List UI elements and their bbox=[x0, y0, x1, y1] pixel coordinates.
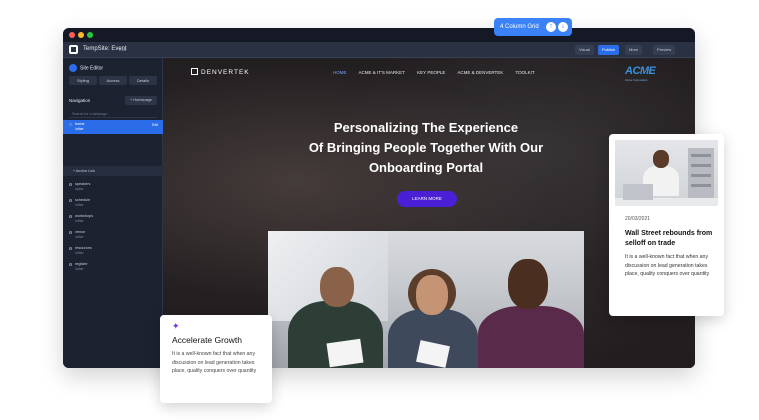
app-mode-tag: Edit bbox=[119, 47, 126, 52]
page-slug: /other bbox=[75, 251, 84, 255]
site-logo[interactable]: DENVERTEK bbox=[191, 68, 250, 76]
page-slug: /other bbox=[75, 219, 84, 223]
nav-link-home[interactable]: HOME bbox=[333, 70, 347, 75]
nav-link-key-people[interactable]: KEY PEOPLE bbox=[417, 70, 445, 75]
page-slug: /other bbox=[75, 235, 84, 239]
page-name: resources bbox=[75, 246, 92, 250]
page-name: home bbox=[75, 122, 85, 126]
anchor-link-label: + Anchor Link bbox=[73, 169, 95, 173]
site-editor-sidebar: Site Editor Styling Access Details Navig… bbox=[63, 58, 163, 368]
page-slug: /spea bbox=[75, 187, 84, 191]
hero-heading: Personalizing The Experience Of Bringing… bbox=[289, 118, 563, 178]
meeting-photo bbox=[268, 231, 584, 368]
page-icon bbox=[69, 183, 72, 186]
news-title: Wall Street rebounds from selloff on tra… bbox=[625, 230, 713, 247]
arrow-down-icon[interactable]: ↓ bbox=[558, 22, 568, 32]
sidebar-item-workshops[interactable]: workshops /other bbox=[63, 212, 163, 226]
page-slug: /other bbox=[75, 267, 84, 271]
app-toolbar: TempSite: Event Edit Visual Publish More… bbox=[63, 42, 695, 58]
sidebar-item-venue[interactable]: venue /other bbox=[63, 228, 163, 242]
sidebar-item-resources[interactable]: resources /other bbox=[63, 244, 163, 258]
nav-link-acme-denvertek[interactable]: ACME & DENVERTEK bbox=[457, 70, 503, 75]
preview-button[interactable]: Preview bbox=[653, 45, 676, 55]
news-date: 20/03/2021 bbox=[625, 216, 651, 222]
page-icon bbox=[69, 263, 72, 266]
nav-link-acme-market[interactable]: ACME & IT'S MARKET bbox=[359, 70, 405, 75]
person-figure bbox=[416, 275, 448, 315]
page-name: venue bbox=[75, 230, 86, 234]
page-icon bbox=[69, 247, 72, 250]
arrow-up-icon[interactable]: ↑ bbox=[546, 22, 556, 32]
details-button[interactable]: Details bbox=[129, 76, 157, 85]
learn-more-button[interactable]: LEARN MORE bbox=[397, 191, 457, 207]
page-icon bbox=[69, 215, 72, 218]
sparkle-icon: ✦ bbox=[172, 321, 180, 331]
news-text: It is a well-known fact that when any di… bbox=[625, 254, 710, 277]
visual-button[interactable]: Visual bbox=[575, 45, 594, 55]
shelf-graphic bbox=[688, 148, 714, 198]
page-name: register bbox=[75, 262, 88, 266]
edit-page-link[interactable]: Edit bbox=[152, 123, 158, 127]
accelerate-growth-card[interactable]: ✦ Accelerate Growth It is a well-known f… bbox=[160, 315, 272, 403]
more-button[interactable]: More bbox=[625, 45, 643, 55]
site-editor-header: Site Editor bbox=[69, 64, 103, 72]
person-figure bbox=[478, 306, 584, 368]
person-figure bbox=[508, 259, 548, 309]
partner-logo: ACME bbox=[625, 65, 656, 77]
styling-button[interactable]: Styling bbox=[69, 76, 97, 85]
page-name: speakers bbox=[75, 182, 91, 186]
close-window-icon[interactable] bbox=[69, 32, 75, 38]
page-slug: /other bbox=[75, 203, 84, 207]
page-icon bbox=[69, 199, 72, 202]
site-editor-title: Site Editor bbox=[80, 65, 104, 72]
sidebar-item-speakers[interactable]: speakers /spea bbox=[63, 180, 163, 194]
sidebar-item-register[interactable]: register /other bbox=[63, 260, 163, 274]
accelerate-title: Accelerate Growth bbox=[172, 335, 242, 345]
person-figure bbox=[653, 150, 669, 168]
navigation-title: Navigation bbox=[69, 98, 91, 103]
nav-link-toolkit[interactable]: TOOLKIT bbox=[515, 70, 534, 75]
sidebar-item-schedule[interactable]: schedule /other bbox=[63, 196, 163, 210]
page-icon bbox=[69, 231, 72, 234]
hero-heading-line: Personalizing The Experience bbox=[333, 120, 519, 135]
pencil-icon bbox=[69, 64, 77, 72]
news-card-image bbox=[615, 140, 718, 206]
person-figure bbox=[320, 267, 354, 307]
publish-button[interactable]: Publish bbox=[598, 45, 620, 55]
news-card[interactable]: 20/03/2021 Wall Street rebounds from sel… bbox=[609, 134, 724, 316]
app-logo-icon bbox=[69, 45, 78, 54]
anchor-link-row[interactable]: + Anchor Link bbox=[63, 166, 163, 176]
column-grid-label: 4 Column Grid bbox=[500, 24, 539, 30]
window-titlebar bbox=[63, 28, 695, 42]
site-navigation: HOME ACME & IT'S MARKET KEY PEOPLE ACME … bbox=[333, 70, 546, 75]
page-icon bbox=[69, 123, 72, 126]
page-slug: /other bbox=[75, 127, 84, 131]
column-grid-badge[interactable]: 4 Column Grid ↑ ↓ bbox=[494, 18, 572, 36]
logo-mark-icon bbox=[191, 68, 198, 75]
hero-heading-line: Of Bringing People Together With Our bbox=[308, 140, 544, 155]
hero-heading-line: Onboarding Portal bbox=[368, 160, 484, 175]
laptop-graphic bbox=[623, 184, 653, 200]
stage: TempSite: Event Edit Visual Publish More… bbox=[0, 0, 759, 420]
minimize-window-icon[interactable] bbox=[78, 32, 84, 38]
maximize-window-icon[interactable] bbox=[87, 32, 93, 38]
accelerate-text: It is a well-known fact that when any di… bbox=[172, 351, 257, 374]
access-button[interactable]: Access bbox=[99, 76, 127, 85]
site-logo-text: DENVERTEK bbox=[201, 69, 250, 76]
page-search-input[interactable]: Search for a webpage... bbox=[69, 110, 157, 118]
partner-logo-subtitle: Acme Corporation bbox=[625, 78, 648, 82]
add-homepage-button[interactable]: + Homepage bbox=[125, 96, 157, 105]
page-name: schedule bbox=[75, 198, 91, 202]
paper-sheet bbox=[326, 338, 364, 368]
sidebar-item-home[interactable]: home /other Edit bbox=[63, 120, 163, 134]
page-name: workshops bbox=[75, 214, 94, 218]
